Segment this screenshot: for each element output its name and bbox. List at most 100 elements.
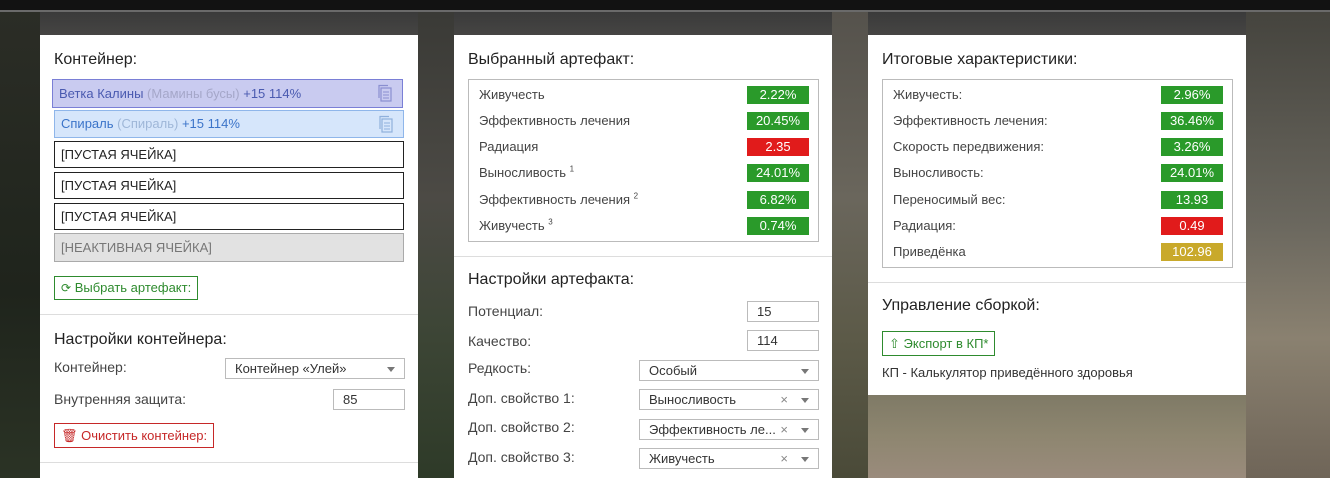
total-stat-value: 24.01% <box>1161 164 1223 182</box>
chevron-down-icon <box>387 367 395 372</box>
prop2-label: Доп. свойство 2: <box>468 419 575 435</box>
quality-input[interactable]: 114 <box>747 330 819 351</box>
artifact-stat-value: 20.45% <box>747 112 809 130</box>
divider <box>40 314 418 315</box>
background-bottom-right <box>868 395 1246 478</box>
chevron-down-icon <box>801 428 809 433</box>
artifact-settings-title: Настройки артефакта: <box>468 271 635 288</box>
clear-icon[interactable]: × <box>780 420 788 439</box>
container-type-select[interactable]: Контейнер «Улей» <box>225 358 405 379</box>
slot-artifact-name: Ветка Калины <box>59 86 144 101</box>
choose-artifact-button[interactable]: ⟳ Выбрать артефакт: <box>54 276 199 300</box>
export-button[interactable]: ⇧ Экспорт в КП* <box>882 331 996 356</box>
total-stat-label: Скорость передвижения: <box>893 139 1044 154</box>
divider <box>40 462 418 463</box>
slot-artifact-bonus: +15 114% <box>181 116 240 131</box>
protection-label: Внутренняя защита: <box>54 391 187 407</box>
slot-artifact-name: Спираль <box>61 116 114 131</box>
artifact-stat-value: 24.01% <box>747 164 809 182</box>
divider <box>868 282 1246 283</box>
container-slot-inactive: [НЕАКТИВНАЯ ЯЧЕЙКА] <box>54 233 404 262</box>
build-management-title: Управление сборкой: <box>882 297 1040 314</box>
total-stat-label: Радиация: <box>893 218 956 233</box>
background-gap-1 <box>418 12 454 478</box>
clear-icon[interactable]: × <box>780 449 788 468</box>
total-stat-value: 2.96% <box>1161 86 1223 104</box>
container-slot-1[interactable]: Ветка Калины (Мамины бусы) +15 114% <box>52 79 403 108</box>
artifact-stat-value: 2.22% <box>747 86 809 104</box>
prop3-label: Доп. свойство 3: <box>468 449 575 465</box>
potential-input[interactable]: 15 <box>747 301 819 322</box>
slot-artifact-source: (Мамины бусы) <box>147 86 240 101</box>
artifact-stats-box: Живучесть 2.22% Эффективность лечения 20… <box>468 79 819 242</box>
choose-artifact-label: Выбрать артефакт: <box>74 280 192 295</box>
total-stat-label: Эффективность лечения: <box>893 113 1048 128</box>
quality-label: Качество: <box>468 333 532 349</box>
artifact-stat-value: 2.35 <box>747 138 809 156</box>
totals-panel: Итоговые характеристики: Живучесть: 2.96… <box>868 35 1246 395</box>
totals-stats-box: Живучесть: 2.96% Эффективность лечения: … <box>882 79 1233 268</box>
container-slot-2[interactable]: Спираль (Спираль) +15 114% <box>54 110 404 138</box>
prop1-select[interactable]: Выносливость × <box>639 389 819 410</box>
rarity-value: Особый <box>649 363 698 378</box>
prop1-value: Выносливость <box>649 392 736 407</box>
prop2-select[interactable]: Эффективность ле... × <box>639 419 819 440</box>
divider <box>454 256 832 257</box>
container-type-label: Контейнер: <box>54 359 127 375</box>
copy-icon[interactable] <box>377 115 395 133</box>
container-slot-4[interactable]: [ПУСТАЯ ЯЧЕЙКА] <box>54 172 404 199</box>
totals-title: Итоговые характеристики: <box>882 51 1078 68</box>
artifact-stat-value: 6.82% <box>747 191 809 209</box>
rarity-select[interactable]: Особый <box>639 360 819 381</box>
artifact-panel: Выбранный артефакт: Живучесть 2.22% Эффе… <box>454 35 832 478</box>
background-gap-2 <box>832 12 868 478</box>
slot-artifact-bonus: +15 114% <box>243 86 302 101</box>
container-settings-title: Настройки контейнера: <box>54 331 227 348</box>
artifact-stat-label: Радиация <box>479 139 539 154</box>
artifact-stat-label: Эффективность лечения 2 <box>479 191 639 207</box>
upload-icon: ⇧ <box>889 336 900 351</box>
artifact-stat-value: 0.74% <box>747 217 809 235</box>
total-stat-value: 3.26% <box>1161 138 1223 156</box>
artifact-stat-label: Живучесть 3 <box>479 217 553 233</box>
container-slot-5[interactable]: [ПУСТАЯ ЯЧЕЙКА] <box>54 203 404 230</box>
prop3-value: Живучесть <box>649 451 715 466</box>
potential-label: Потенциал: <box>468 303 543 319</box>
total-stat-label: Живучесть: <box>893 87 963 102</box>
slot-artifact-source: (Спираль) <box>117 116 179 131</box>
footnote: КП - Калькулятор приведённого здоровья <box>882 365 1133 380</box>
trash-icon: 🗑 <box>61 428 78 443</box>
container-slot-3[interactable]: [ПУСТАЯ ЯЧЕЙКА] <box>54 141 404 168</box>
total-stat-label: Выносливость: <box>893 165 984 180</box>
clear-icon[interactable]: × <box>780 390 788 409</box>
total-stat-value: 0.49 <box>1161 217 1223 235</box>
prop3-select[interactable]: Живучесть × <box>639 448 819 469</box>
artifact-title: Выбранный артефакт: <box>468 51 635 68</box>
top-bar <box>0 0 1330 12</box>
protection-input[interactable]: 85 <box>333 389 405 410</box>
chevron-down-icon <box>801 398 809 403</box>
artifact-stat-label: Живучесть <box>479 87 545 102</box>
artifact-stat-label: Выносливость 1 <box>479 164 575 180</box>
chevron-down-icon <box>801 457 809 462</box>
chevron-down-icon <box>801 369 809 374</box>
clear-container-label: Очистить контейнер: <box>81 428 208 443</box>
refresh-icon: ⟳ <box>61 281 72 295</box>
total-stat-value: 102.96 <box>1161 243 1223 261</box>
copy-icon[interactable] <box>376 84 394 102</box>
clear-container-button[interactable]: 🗑 Очистить контейнер: <box>54 423 215 448</box>
rarity-label: Редкость: <box>468 360 532 376</box>
prop1-label: Доп. свойство 1: <box>468 390 575 406</box>
background-right <box>1246 12 1330 478</box>
container-panel: Контейнер: Ветка Калины (Мамины бусы) +1… <box>40 35 418 478</box>
total-stat-label: Переносимый вес: <box>893 192 1006 207</box>
prop2-value: Эффективность ле... <box>649 422 776 437</box>
background-left <box>0 12 40 478</box>
total-stat-value: 36.46% <box>1161 112 1223 130</box>
container-type-value: Контейнер «Улей» <box>235 361 347 376</box>
container-title: Контейнер: <box>54 51 138 68</box>
artifact-stat-label: Эффективность лечения <box>479 113 631 128</box>
total-stat-label: Приведёнка <box>893 244 966 259</box>
total-stat-value: 13.93 <box>1161 191 1223 209</box>
export-label: Экспорт в КП* <box>903 336 989 351</box>
